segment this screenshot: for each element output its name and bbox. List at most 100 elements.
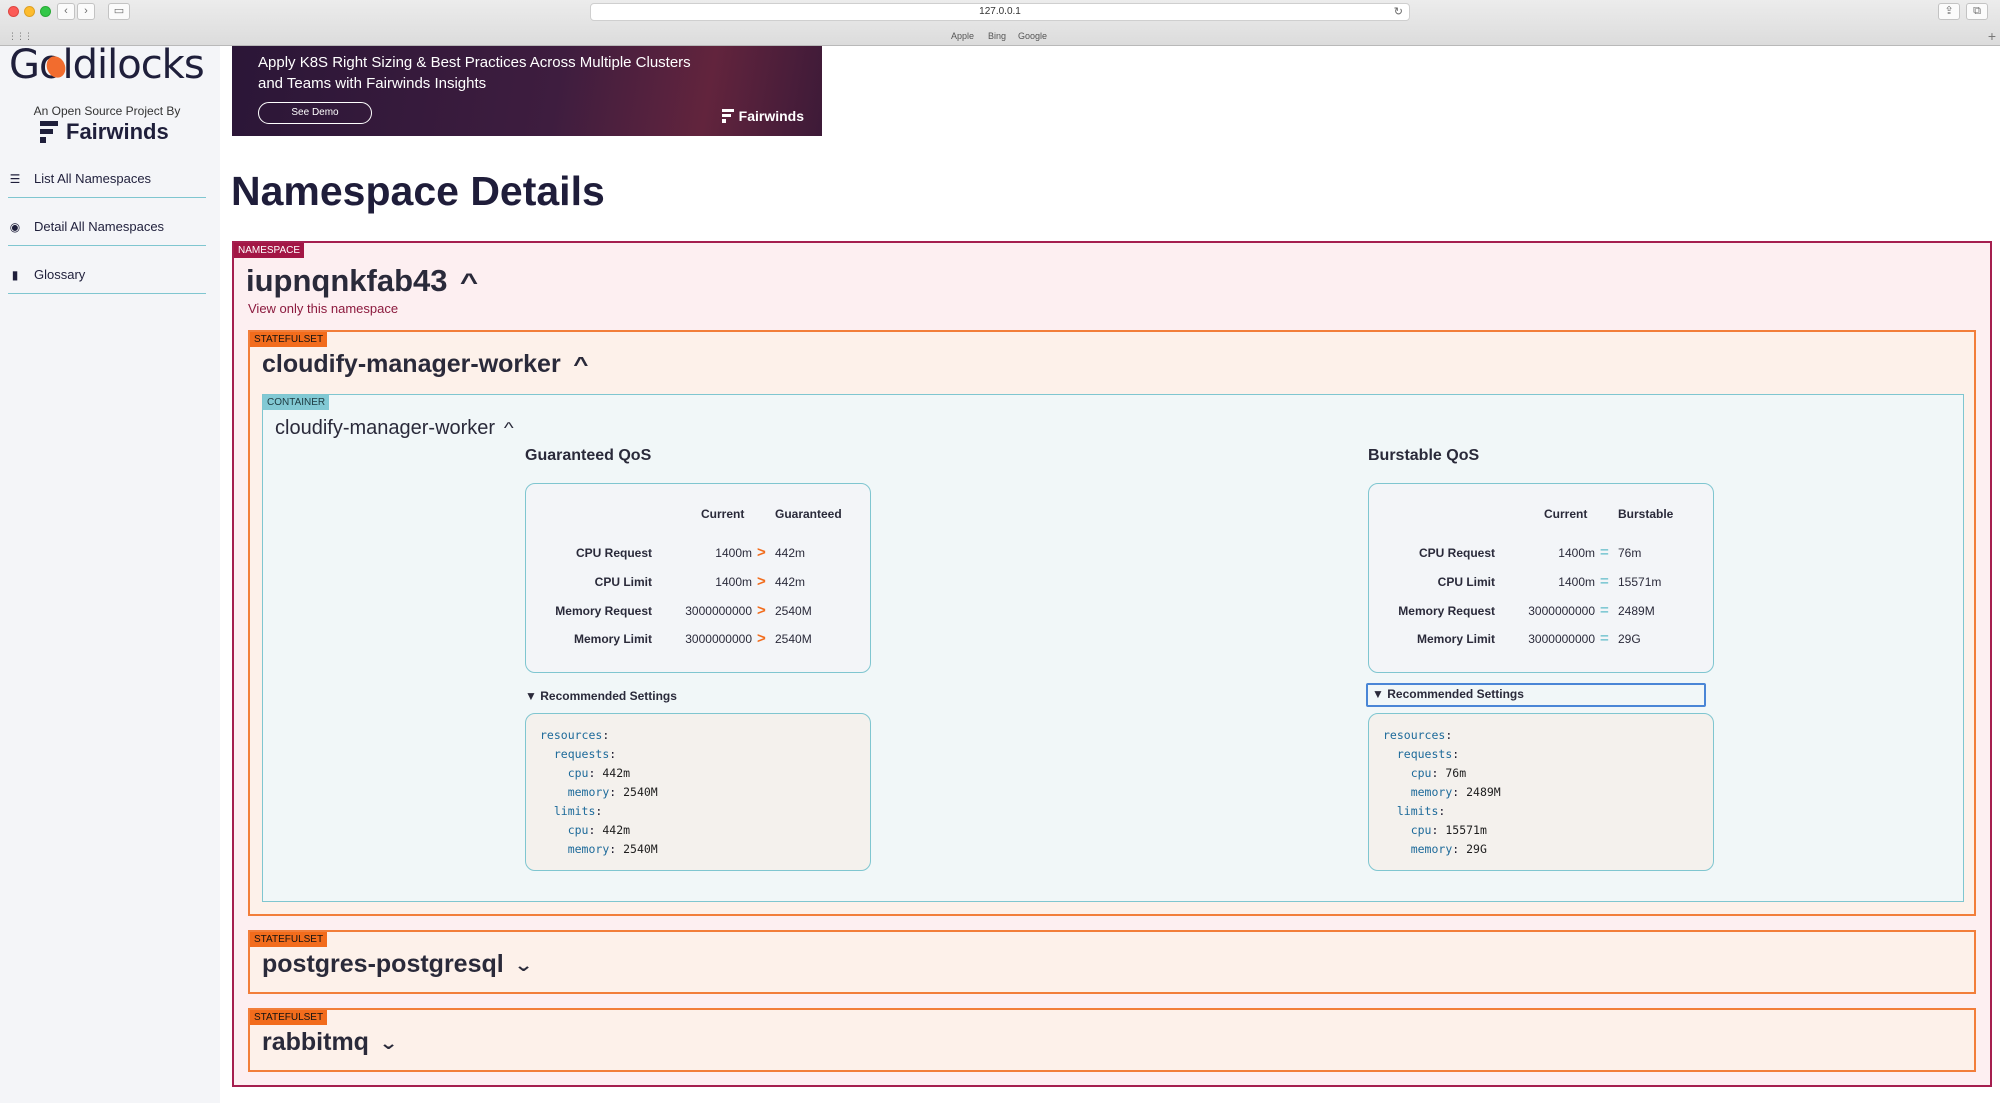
share-button[interactable]: ⇪ (1938, 3, 1960, 20)
chevron-down-icon[interactable]: ⌄ (513, 955, 533, 976)
sidebar-item-list-namespaces[interactable]: ☰ List All Namespaces (8, 160, 206, 198)
fairwinds-logo-icon (721, 109, 734, 123)
yaml-key: cpu (1410, 766, 1432, 780)
sidebar-item-detail-namespaces[interactable]: ◉ Detail All Namespaces (8, 208, 206, 246)
sidebar-item-glossary[interactable]: ▮ Glossary (8, 256, 206, 294)
plus-icon[interactable]: + (1988, 28, 1996, 44)
yaml-value: 442m (602, 823, 631, 837)
yaml-value: 442m (602, 766, 631, 780)
close-window-button[interactable] (8, 6, 19, 17)
column-header-burstable: Burstable (1618, 507, 1674, 521)
zoom-window-button[interactable] (40, 6, 51, 17)
chevron-down-icon[interactable]: ⌄ (379, 1033, 399, 1054)
goldilocks-logo[interactable]: Goldilocks (9, 42, 205, 88)
banner-text: Apply K8S Right Sizing & Best Practices … (258, 54, 691, 92)
eye-icon: ◉ (9, 219, 21, 234)
minimize-window-button[interactable] (24, 6, 35, 17)
yaml-value: 2540M (623, 842, 658, 856)
guaranteed-qos-title: Guaranteed QoS (525, 447, 652, 464)
namespace-name: iupnqnkfab43 (246, 263, 448, 298)
recommended-value: 29G (1618, 632, 1641, 646)
statefulset-card: STATEFULSET postgres-postgresql ⌄ (248, 930, 1976, 994)
current-value: 1400m (1558, 546, 1595, 560)
yaml-key: requests (553, 747, 610, 761)
statefulset-tag: STATEFULSET (250, 1010, 328, 1025)
qos-row-cpu-request: CPU Request 1400m > 442m (526, 544, 872, 566)
statefulset-tag: STATEFULSET (250, 332, 328, 347)
container-card: CONTAINER cloudify-manager-worker ^ Guara… (262, 394, 1964, 902)
yaml-value: 15571m (1445, 823, 1487, 837)
column-header-current: Current (1544, 507, 1588, 521)
yaml-key: cpu (1410, 823, 1432, 837)
favorite-apple[interactable]: Apple (951, 31, 974, 41)
column-header-current: Current (701, 507, 745, 521)
see-demo-button[interactable]: See Demo (258, 102, 372, 124)
yaml-value: 2540M (623, 785, 658, 799)
yaml-key: memory (567, 842, 610, 856)
qos-row-memory-request: Memory Request 3000000000 > 2540M (526, 602, 872, 624)
share-icon: ⇪ (1944, 5, 1954, 17)
banner-brand-name: Fairwinds (738, 108, 804, 124)
yaml-key: limits (1396, 804, 1439, 818)
grid-icon[interactable]: ⋮⋮⋮ (8, 31, 33, 42)
yaml-key: memory (1410, 785, 1453, 799)
container-title[interactable]: cloudify-manager-worker ^ (275, 417, 514, 440)
qos-row-cpu-request: CPU Request 1400m = 76m (1369, 544, 1715, 566)
reload-icon[interactable]: ↻ (1394, 4, 1403, 20)
guaranteed-qos-table: Current Guaranteed CPU Request 1400m > 4… (525, 483, 871, 673)
banner-brand: Fairwinds (721, 108, 804, 124)
triangle-down-icon: ▼ (1372, 687, 1384, 701)
row-label: Memory Request (1398, 604, 1495, 618)
logo-text: Goldilocks (9, 42, 205, 88)
equals-icon: = (1600, 544, 1609, 561)
favorite-google[interactable]: Google (1018, 31, 1047, 41)
guaranteed-yaml-block: resources: requests: cpu: 442m memory: 2… (525, 713, 871, 871)
view-namespace-link[interactable]: View only this namespace (248, 301, 398, 316)
greater-than-icon: > (757, 573, 766, 590)
burstable-yaml-block: resources: requests: cpu: 76m memory: 24… (1368, 713, 1714, 871)
statefulset-title[interactable]: cloudify-manager-worker ^ (262, 350, 588, 379)
recommended-value: 2540M (775, 604, 812, 618)
statefulset-name: rabbitmq (262, 1028, 369, 1056)
recommended-value: 442m (775, 546, 806, 560)
promo-banner[interactable]: Apply K8S Right Sizing & Best Practices … (232, 46, 822, 136)
statefulset-title[interactable]: postgres-postgresql ⌄ (262, 950, 533, 979)
fairwinds-brand[interactable]: Fairwinds (40, 118, 169, 146)
toggle-label: Recommended Settings (540, 689, 677, 703)
page-title: Namespace Details (231, 168, 605, 214)
back-button[interactable]: ‹ (57, 3, 75, 20)
byline: An Open Source Project By (33, 104, 181, 118)
recommended-value: 442m (775, 575, 806, 589)
forward-button[interactable]: › (77, 3, 95, 20)
namespace-tag: NAMESPACE (234, 243, 305, 258)
current-value: 1400m (1558, 575, 1595, 589)
burstable-qos-table: Current Burstable CPU Request 1400m = 76… (1368, 483, 1714, 673)
yaml-key: cpu (567, 823, 589, 837)
yaml-key: limits (553, 804, 596, 818)
recommended-settings-toggle[interactable]: ▼ Recommended Settings (521, 685, 677, 709)
chevron-right-icon: › (84, 5, 88, 17)
sidebar-item-label: List All Namespaces (34, 171, 152, 186)
statefulset-card: STATEFULSET cloudify-manager-worker ^ CON… (248, 330, 1976, 916)
namespace-card: NAMESPACE iupnqnkfab43 ^ View only this n… (232, 241, 1992, 1087)
qos-row-memory-limit: Memory Limit 3000000000 = 29G (1369, 630, 1715, 652)
namespace-title[interactable]: iupnqnkfab43 ^ (246, 263, 478, 299)
recommended-settings-toggle[interactable]: ▼ Recommended Settings (1366, 683, 1706, 707)
sidebar-icon: ▭ (113, 5, 125, 17)
fairwinds-logo-icon (40, 121, 58, 143)
url-bar[interactable]: 127.0.0.1 ↻ (590, 3, 1410, 21)
tabs-button[interactable]: ⧉ (1966, 3, 1988, 20)
yaml-key: memory (567, 785, 610, 799)
toggle-label: Recommended Settings (1387, 687, 1524, 701)
chevron-up-icon[interactable]: ^ (459, 269, 477, 297)
recommended-value: 2489M (1618, 604, 1655, 618)
qos-row-cpu-limit: CPU Limit 1400m = 15571m (1369, 573, 1715, 595)
favorite-bing[interactable]: Bing (988, 31, 1006, 41)
yaml-key: memory (1410, 842, 1453, 856)
burstable-qos-title: Burstable QoS (1368, 447, 1480, 464)
sidebar-toggle-button[interactable]: ▭ (108, 3, 130, 20)
chevron-up-icon[interactable]: ^ (504, 420, 514, 438)
list-icon: ☰ (9, 171, 21, 186)
chevron-up-icon[interactable]: ^ (573, 354, 588, 377)
statefulset-title[interactable]: rabbitmq ⌄ (262, 1028, 399, 1057)
